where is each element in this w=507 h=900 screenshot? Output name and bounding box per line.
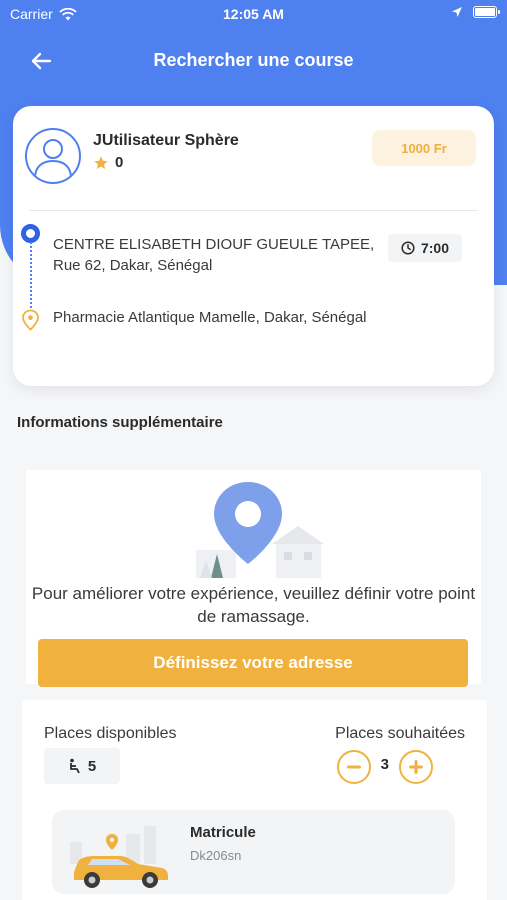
seat-icon — [69, 758, 80, 774]
location-arrow-icon — [452, 7, 462, 17]
places-card: Places disponibles Places souhaitées 5 3 — [22, 700, 487, 900]
section-title: Informations supplémentaire — [17, 414, 223, 431]
avatar — [25, 128, 81, 184]
destination-address: Pharmacie Atlantique Mamelle, Dakar, Sén… — [53, 309, 367, 326]
available-places-count: 5 — [44, 748, 120, 784]
price-badge: 1000 Fr — [372, 130, 476, 166]
ride-card: JUtilisateur Sphère 0 1000 Fr CENTRE ELI… — [13, 106, 494, 386]
vehicle-plate: Dk206sn — [190, 848, 242, 863]
battery-icon — [473, 6, 500, 18]
user-icon — [34, 139, 72, 179]
pickup-message: Pour améliorer votre expérience, veuille… — [31, 584, 476, 626]
available-count-value: 5 — [87, 757, 97, 775]
map-pin-illustration-icon — [196, 482, 324, 578]
route-line — [30, 242, 32, 308]
star-icon — [94, 155, 108, 169]
page-title: Rechercher une course — [153, 50, 354, 70]
departure-time: 7:00 — [388, 234, 462, 262]
minus-icon — [346, 765, 361, 769]
navigation-bar: Rechercher une course — [0, 38, 507, 82]
driver-name: JUtilisateur Sphère — [93, 132, 239, 149]
divider — [29, 210, 478, 211]
plus-icon — [409, 760, 423, 774]
increase-places-button[interactable] — [399, 750, 433, 784]
status-bar: Carrier 12:05 AM — [0, 0, 507, 28]
driver-rating: 0 — [93, 154, 123, 171]
origin-address: CENTRE ELISABETH DIOUF GUEULE TAPEE, Rue… — [53, 236, 375, 274]
vehicle-card: Matricule Dk206sn — [52, 810, 455, 894]
origin-marker-icon — [21, 224, 40, 243]
destination-pin-icon — [22, 309, 39, 331]
clock-icon — [401, 241, 415, 255]
vehicle-title: Matricule — [190, 824, 256, 841]
car-illustration-icon — [70, 826, 168, 888]
rating-value: 0 — [115, 154, 124, 171]
available-places-label: Places disponibles — [44, 725, 177, 742]
wanted-places-label: Places souhaitées — [335, 725, 465, 742]
status-time: 12:05 AM — [223, 6, 284, 22]
time-value: 7:00 — [420, 240, 450, 256]
wanted-count-value: 3 — [380, 755, 389, 773]
define-address-button[interactable]: Définissez votre adresse — [38, 639, 468, 687]
decrease-places-button[interactable] — [336, 750, 371, 784]
places-stepper: 3 — [336, 750, 433, 784]
